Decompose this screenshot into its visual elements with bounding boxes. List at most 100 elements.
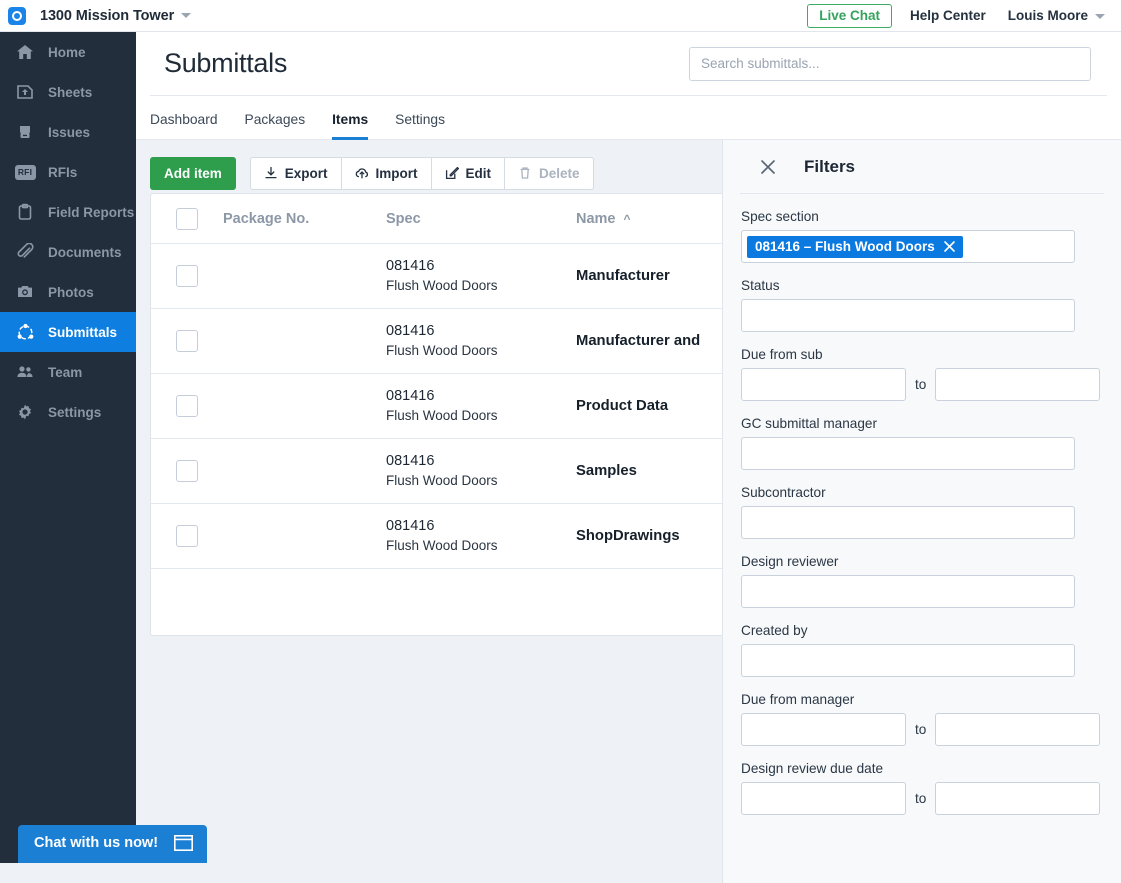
circle-logo-icon[interactable]	[8, 7, 26, 25]
chevron-down-icon	[1095, 14, 1105, 19]
design-review-due-date-end-input[interactable]	[935, 782, 1100, 815]
sidebar-item-documents[interactable]: Documents	[0, 232, 136, 272]
cell-spec-number: 081416	[386, 452, 576, 472]
select-all-cell	[151, 208, 223, 230]
sort-ascending-icon: ^	[624, 212, 631, 226]
filter-label: Subcontractor	[741, 485, 1103, 500]
project-selector[interactable]: 1300 Mission Tower	[40, 8, 191, 24]
sidebar-item-settings[interactable]: Settings	[0, 392, 136, 432]
chat-widget-button[interactable]: Chat with us now!	[18, 825, 207, 863]
sidebar-item-issues[interactable]: Issues	[0, 112, 136, 152]
sidebar-item-home[interactable]: Home	[0, 32, 136, 72]
sidebar-item-submittals[interactable]: Submittals	[0, 312, 136, 352]
sidebar-item-team[interactable]: Team	[0, 352, 136, 392]
row-select-cell	[151, 330, 223, 352]
page-header: Submittals Search submittals...	[150, 32, 1107, 96]
design-reviewer-input[interactable]	[741, 575, 1075, 608]
row-checkbox[interactable]	[176, 460, 198, 482]
due-from-sub-start-input[interactable]	[741, 368, 906, 401]
top-bar-right: Live Chat Help Center Louis Moore	[807, 4, 1105, 28]
help-center-link[interactable]: Help Center	[910, 8, 986, 23]
row-checkbox[interactable]	[176, 330, 198, 352]
search-input[interactable]: Search submittals...	[689, 47, 1091, 81]
range-to-label: to	[915, 377, 926, 392]
tab-settings[interactable]: Settings	[395, 112, 445, 140]
issues-glove-icon	[14, 121, 36, 143]
tab-bar: Dashboard Packages Items Settings	[136, 96, 1121, 140]
status-input[interactable]	[741, 299, 1075, 332]
row-checkbox[interactable]	[176, 395, 198, 417]
sidebar-item-sheets[interactable]: Sheets	[0, 72, 136, 112]
import-button[interactable]: Import	[341, 157, 431, 190]
filter-label: Due from manager	[741, 692, 1103, 707]
edit-button[interactable]: Edit	[431, 157, 505, 190]
cell-spec-description: Flush Wood Doors	[386, 472, 576, 490]
spec-section-input[interactable]: 081416 – Flush Wood Doors	[741, 230, 1075, 263]
tab-items[interactable]: Items	[332, 112, 368, 140]
download-icon	[264, 166, 278, 180]
range-to-label: to	[915, 791, 926, 806]
row-checkbox[interactable]	[176, 265, 198, 287]
sidebar-item-rfis[interactable]: RFI RFIs	[0, 152, 136, 192]
due-from-manager-end-input[interactable]	[935, 713, 1100, 746]
spec-section-chip[interactable]: 081416 – Flush Wood Doors	[747, 236, 963, 258]
cell-spec-number: 081416	[386, 257, 576, 277]
trash-icon	[518, 166, 532, 180]
chat-window-icon	[174, 835, 193, 851]
row-checkbox[interactable]	[176, 525, 198, 547]
filter-label: Design review due date	[741, 761, 1103, 776]
live-chat-button[interactable]: Live Chat	[807, 4, 892, 28]
cell-spec-number: 081416	[386, 517, 576, 537]
filter-label: Spec section	[741, 209, 1103, 224]
cell-spec-description: Flush Wood Doors	[386, 537, 576, 555]
due-from-sub-end-input[interactable]	[935, 368, 1100, 401]
delete-button[interactable]: Delete	[504, 157, 594, 190]
cell-spec-description: Flush Wood Doors	[386, 342, 576, 360]
cell-spec: 081416 Flush Wood Doors	[386, 452, 576, 490]
sidebar-item-label: RFIs	[48, 165, 77, 180]
filter-created-by: Created by	[723, 623, 1121, 677]
filter-subcontractor: Subcontractor	[723, 485, 1121, 539]
select-all-checkbox[interactable]	[176, 208, 198, 230]
row-select-cell	[151, 265, 223, 287]
export-button[interactable]: Export	[250, 157, 341, 190]
sidebar-item-label: Photos	[48, 285, 94, 300]
design-review-due-date-start-input[interactable]	[741, 782, 906, 815]
filter-gc-submittal-manager: GC submittal manager	[723, 416, 1121, 470]
sidebar-item-photos[interactable]: Photos	[0, 272, 136, 312]
column-header-package-no[interactable]: Package No.	[223, 211, 386, 227]
clipboard-icon	[14, 201, 36, 223]
sidebar-item-label: Documents	[48, 245, 122, 260]
project-name-label: 1300 Mission Tower	[40, 8, 174, 24]
gc-submittal-manager-input[interactable]	[741, 437, 1075, 470]
main-content: Submittals Search submittals... Dashboar…	[136, 32, 1121, 863]
user-menu[interactable]: Louis Moore	[1008, 8, 1105, 23]
sidebar-item-field-reports[interactable]: Field Reports	[0, 192, 136, 232]
upload-cloud-icon	[355, 166, 369, 180]
date-range-row: to	[741, 782, 1103, 815]
filter-spec-section: Spec section 081416 – Flush Wood Doors	[723, 209, 1121, 263]
submittals-icon	[14, 321, 36, 343]
tab-dashboard[interactable]: Dashboard	[150, 112, 218, 140]
filters-title: Filters	[804, 157, 855, 177]
created-by-input[interactable]	[741, 644, 1075, 677]
row-select-cell	[151, 525, 223, 547]
subcontractor-input[interactable]	[741, 506, 1075, 539]
top-bar: 1300 Mission Tower Live Chat Help Center…	[0, 0, 1121, 32]
close-icon[interactable]	[757, 156, 779, 178]
paperclip-icon	[14, 241, 36, 263]
sidebar-item-label: Issues	[48, 125, 90, 140]
date-range-row: to	[741, 368, 1103, 401]
cell-spec-description: Flush Wood Doors	[386, 407, 576, 425]
cell-spec-number: 081416	[386, 322, 576, 342]
date-range-row: to	[741, 713, 1103, 746]
filter-label: Status	[741, 278, 1103, 293]
add-item-button[interactable]: Add item	[150, 157, 236, 190]
due-from-manager-start-input[interactable]	[741, 713, 906, 746]
chip-remove-icon[interactable]	[943, 240, 956, 253]
camera-icon	[14, 281, 36, 303]
tab-packages[interactable]: Packages	[245, 112, 306, 140]
export-label: Export	[285, 166, 328, 181]
cell-spec: 081416 Flush Wood Doors	[386, 322, 576, 360]
column-header-spec[interactable]: Spec	[386, 211, 576, 227]
